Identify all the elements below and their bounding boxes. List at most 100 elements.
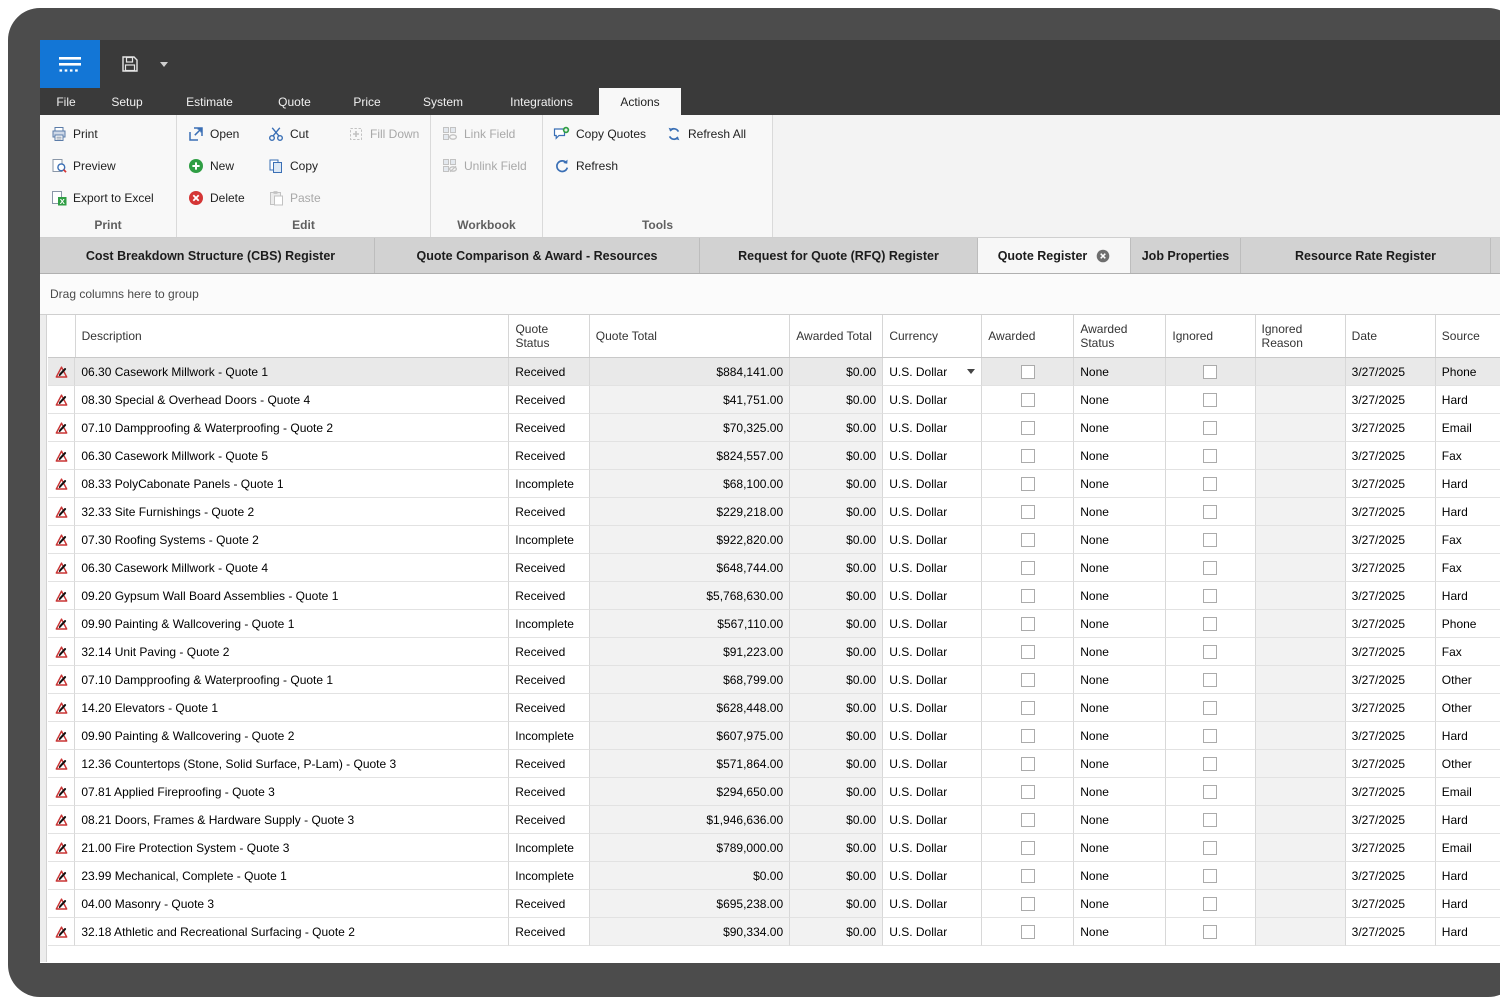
print-button[interactable]: Print (46, 118, 162, 150)
cell-description[interactable]: 07.30 Roofing Systems - Quote 2 (75, 526, 509, 554)
cell-quote-status[interactable]: Incomplete (509, 610, 589, 638)
column-header-ignored[interactable]: Ignored (1166, 315, 1255, 357)
cell-ignored-reason[interactable] (1256, 582, 1346, 610)
ignored-checkbox[interactable] (1203, 421, 1217, 435)
cell-date[interactable]: 3/27/2025 (1346, 750, 1436, 778)
row-marker-cell[interactable] (48, 582, 75, 610)
doc-tab-resource-rate-register[interactable]: Resource Rate Register (1241, 238, 1491, 273)
cell-ignored[interactable] (1166, 722, 1255, 750)
cell-quote-total[interactable]: $229,218.00 (590, 498, 791, 526)
cell-source[interactable]: Fax (1436, 554, 1500, 582)
cell-awarded-status[interactable]: None (1074, 498, 1166, 526)
row-marker-cell[interactable] (48, 610, 75, 638)
tab-close-icon[interactable] (1096, 249, 1110, 263)
awarded-checkbox[interactable] (1021, 561, 1035, 575)
cell-ignored-reason[interactable] (1256, 918, 1346, 946)
cell-quote-total[interactable]: $90,334.00 (590, 918, 791, 946)
cell-awarded-total[interactable]: $0.00 (790, 862, 883, 890)
cell-date[interactable]: 3/27/2025 (1346, 554, 1436, 582)
cell-awarded-total[interactable]: $0.00 (790, 554, 883, 582)
cell-ignored[interactable] (1166, 750, 1255, 778)
cell-date[interactable]: 3/27/2025 (1346, 666, 1436, 694)
cell-quote-status[interactable]: Received (509, 414, 589, 442)
cell-date[interactable]: 3/27/2025 (1346, 834, 1436, 862)
copy-button[interactable]: Copy (263, 150, 343, 182)
column-header-awarded-total[interactable]: Awarded Total (790, 315, 883, 357)
cell-awarded-status[interactable]: None (1074, 638, 1166, 666)
cell-date[interactable]: 3/27/2025 (1346, 806, 1436, 834)
cell-ignored-reason[interactable] (1256, 386, 1346, 414)
cell-source[interactable]: Fax (1436, 638, 1500, 666)
cell-quote-status[interactable]: Received (509, 638, 589, 666)
cell-quote-status[interactable]: Received (509, 666, 589, 694)
awarded-checkbox[interactable] (1021, 869, 1035, 883)
cell-ignored-reason[interactable] (1256, 806, 1346, 834)
cell-awarded[interactable] (982, 750, 1074, 778)
cell-quote-status[interactable]: Received (509, 358, 589, 386)
cell-quote-total[interactable]: $789,000.00 (590, 834, 791, 862)
cell-ignored-reason[interactable] (1256, 610, 1346, 638)
cell-quote-status[interactable]: Incomplete (509, 526, 589, 554)
cell-ignored[interactable] (1166, 358, 1255, 386)
cell-ignored-reason[interactable] (1256, 638, 1346, 666)
row-marker-cell[interactable] (48, 694, 75, 722)
awarded-checkbox[interactable] (1021, 589, 1035, 603)
cell-ignored-reason[interactable] (1256, 554, 1346, 582)
cell-awarded[interactable] (982, 442, 1074, 470)
cell-source[interactable]: Hard (1436, 722, 1500, 750)
row-marker-cell[interactable] (48, 386, 75, 414)
refresh-button[interactable]: Refresh (549, 150, 661, 182)
cell-ignored[interactable] (1166, 806, 1255, 834)
cell-quote-status[interactable]: Received (509, 442, 589, 470)
column-header-quote-total[interactable]: Quote Total (590, 315, 790, 357)
cell-awarded[interactable] (982, 470, 1074, 498)
awarded-checkbox[interactable] (1021, 477, 1035, 491)
cell-description[interactable]: 07.10 Dampproofing & Waterproofing - Quo… (75, 414, 509, 442)
cell-date[interactable]: 3/27/2025 (1346, 498, 1436, 526)
cell-currency[interactable]: U.S. Dollar (883, 834, 982, 862)
cell-source[interactable]: Other (1436, 750, 1500, 778)
cell-awarded-total[interactable]: $0.00 (790, 442, 883, 470)
row-marker-cell[interactable] (48, 890, 75, 918)
awarded-checkbox[interactable] (1021, 393, 1035, 407)
cell-source[interactable]: Fax (1436, 526, 1500, 554)
cell-awarded-status[interactable]: None (1074, 890, 1166, 918)
column-header-description[interactable]: Description (76, 315, 510, 357)
cell-date[interactable]: 3/27/2025 (1346, 610, 1436, 638)
ignored-checkbox[interactable] (1203, 365, 1217, 379)
awarded-checkbox[interactable] (1021, 645, 1035, 659)
cell-date[interactable]: 3/27/2025 (1346, 638, 1436, 666)
cell-currency[interactable]: U.S. Dollar (883, 750, 982, 778)
cell-awarded-status[interactable]: None (1074, 834, 1166, 862)
cell-currency[interactable]: U.S. Dollar (883, 778, 982, 806)
awarded-checkbox[interactable] (1021, 701, 1035, 715)
cell-awarded[interactable] (982, 834, 1074, 862)
column-header-currency[interactable]: Currency (883, 315, 982, 357)
cell-ignored[interactable] (1166, 442, 1255, 470)
cell-source[interactable]: Hard (1436, 862, 1500, 890)
cell-currency[interactable]: U.S. Dollar (883, 918, 982, 946)
cell-awarded-total[interactable]: $0.00 (790, 498, 883, 526)
cell-currency[interactable]: U.S. Dollar (883, 414, 982, 442)
cell-awarded-status[interactable]: None (1074, 414, 1166, 442)
cell-awarded-status[interactable]: None (1074, 386, 1166, 414)
cell-quote-status[interactable]: Received (509, 554, 589, 582)
cell-description[interactable]: 32.33 Site Furnishings - Quote 2 (75, 498, 509, 526)
cell-description[interactable]: 09.90 Painting & Wallcovering - Quote 2 (75, 722, 509, 750)
cell-quote-total[interactable]: $567,110.00 (590, 610, 791, 638)
cell-ignored-reason[interactable] (1256, 470, 1346, 498)
cell-date[interactable]: 3/27/2025 (1346, 414, 1436, 442)
cell-date[interactable]: 3/27/2025 (1346, 386, 1436, 414)
cell-source[interactable]: Phone (1436, 610, 1500, 638)
column-header-quote-status[interactable]: Quote Status (509, 315, 589, 357)
cell-awarded-total[interactable]: $0.00 (790, 610, 883, 638)
cell-awarded[interactable] (982, 694, 1074, 722)
cell-ignored[interactable] (1166, 834, 1255, 862)
cell-ignored[interactable] (1166, 694, 1255, 722)
menu-tab-setup[interactable]: Setup (92, 88, 162, 115)
preview-button[interactable]: Preview (46, 150, 162, 182)
awarded-checkbox[interactable] (1021, 421, 1035, 435)
cell-description[interactable]: 07.81 Applied Fireproofing - Quote 3 (75, 778, 509, 806)
ignored-checkbox[interactable] (1203, 533, 1217, 547)
ignored-checkbox[interactable] (1203, 589, 1217, 603)
